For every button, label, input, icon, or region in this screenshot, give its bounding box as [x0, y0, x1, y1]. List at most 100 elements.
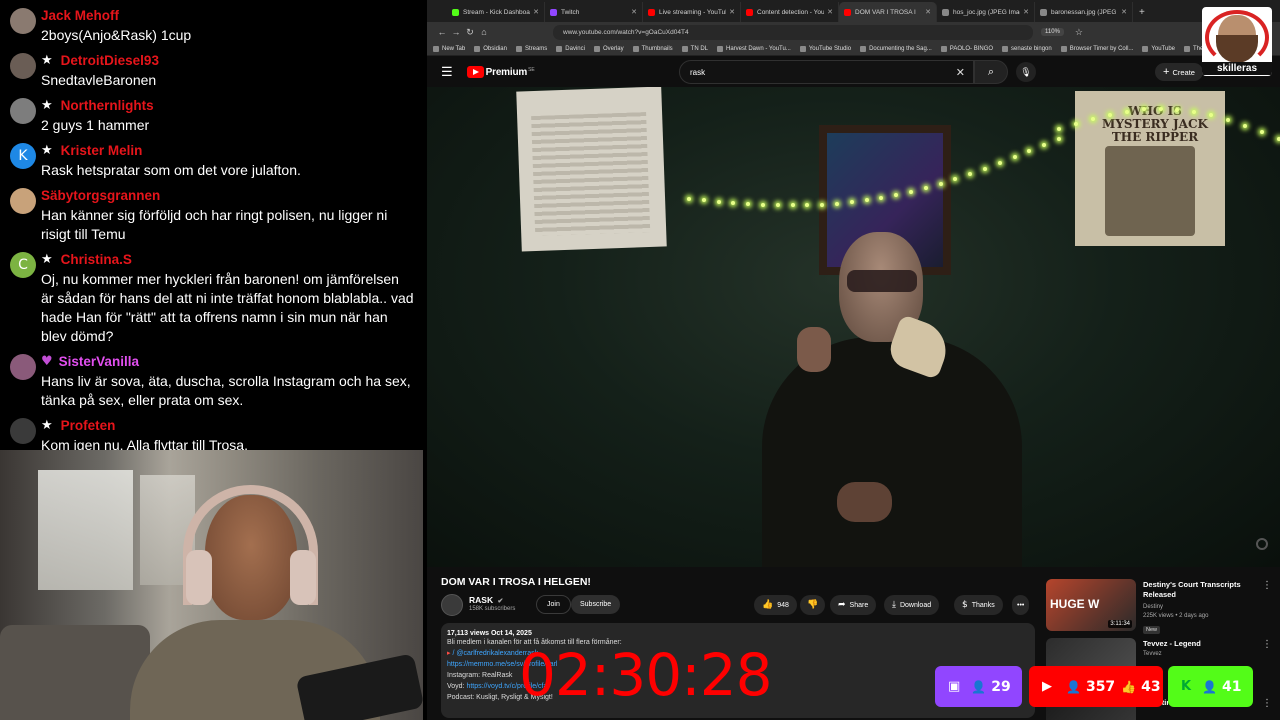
search-button[interactable]: ⌕ [974, 60, 1008, 84]
chat-username[interactable]: DetroitDiesel93 [61, 53, 159, 68]
new-tab-icon[interactable]: + [1139, 2, 1145, 22]
tab-close-icon[interactable]: ✕ [925, 8, 931, 16]
browser-tab[interactable]: Stream - Kick Dashboard ✕ [447, 2, 545, 22]
bookmark-label: Overlay [602, 45, 624, 52]
forward-icon[interactable]: → [449, 27, 463, 37]
bookmark-item[interactable]: Browser Timer by Coll... [1060, 45, 1133, 52]
youtube-logo[interactable]: Premium SE [466, 66, 535, 78]
video-thumbnail[interactable]: HUGE W 3:11:34 [1046, 579, 1136, 631]
tab-close-icon[interactable]: ✕ [631, 8, 637, 16]
chat-username[interactable]: Profeten [61, 418, 116, 433]
clear-search-icon[interactable]: ✕ [956, 66, 965, 79]
create-button[interactable]: + Create [1155, 63, 1203, 81]
thanks-icon: $ [962, 600, 968, 610]
bookmark-item[interactable]: Overlay [593, 45, 624, 52]
bookmark-item[interactable]: YouTube [1142, 45, 1175, 52]
thumbnail-text: HUGE W [1050, 597, 1100, 611]
bookmark-item[interactable]: New Tab [433, 45, 465, 52]
zoom-level[interactable]: 110% [1041, 28, 1064, 36]
light-bulb [1209, 113, 1214, 118]
share-button[interactable]: ➦ Share [830, 595, 877, 615]
recommended-title: Destiny's Court Transcripts Released [1143, 580, 1241, 599]
browser-tab[interactable]: hos_joc.jpg (JPEG Image, 590✕ [937, 2, 1035, 22]
youtube-icon: ▶ [1042, 679, 1052, 694]
bookmark-icon [799, 45, 806, 52]
light-bulb [1141, 107, 1146, 112]
bookmark-item[interactable]: PAOLO- BINGO [940, 45, 994, 52]
chat-avatar[interactable] [10, 53, 36, 79]
bookmark-item[interactable]: Thumbnails [632, 45, 673, 52]
chat-username[interactable]: Jack Mehoff [41, 8, 119, 23]
browser-tab[interactable]: DOM VAR I TROSA I ✕ [839, 2, 937, 22]
browser-tab[interactable]: Live streaming - YouTube ✕ [643, 2, 741, 22]
home-icon[interactable]: ⌂ [477, 27, 491, 37]
url-field[interactable]: www.youtube.com/watch?v=gOaCuXd04T4 [553, 24, 1033, 40]
browser-tab[interactable]: Content detection - YouTu✕ [741, 2, 839, 22]
chat-username[interactable]: Northernlights [61, 98, 154, 113]
search-input[interactable]: rask ✕ [679, 60, 974, 84]
tab-favicon-icon [1040, 8, 1047, 16]
more-options-icon[interactable]: ⋮ [1262, 639, 1272, 650]
subscribe-button[interactable]: Subscribe [571, 595, 621, 614]
light-bulb [1057, 137, 1061, 141]
tab-close-icon[interactable]: ✕ [1121, 8, 1127, 16]
bookmark-item[interactable]: Streams [515, 45, 547, 52]
voice-search-icon[interactable]: 🎙 [1016, 62, 1036, 82]
menu-icon[interactable]: ☰ [441, 64, 453, 80]
bookmark-item[interactable]: YouTube Studio [799, 45, 851, 52]
tab-favicon-icon [550, 8, 557, 16]
bookmark-star-icon[interactable]: ☆ [1072, 27, 1086, 38]
thumbs-down-icon: 👎 [807, 600, 819, 610]
bookmark-icon [1184, 45, 1190, 52]
chat-avatar[interactable] [10, 418, 36, 444]
download-button[interactable]: ⤓ Download [884, 595, 940, 615]
chat-username[interactable]: Säbytorgsgrannen [41, 188, 160, 203]
chat-username[interactable]: SisterVanilla [59, 354, 139, 369]
chat-avatar[interactable]: K [10, 143, 36, 169]
chat-message-text: Han känner sig förföljd och har ringt po… [41, 207, 388, 242]
chat-avatar[interactable] [10, 98, 36, 124]
bookmark-label: senaste bingon [1011, 45, 1052, 52]
more-options-icon[interactable]: ⋮ [1262, 698, 1272, 709]
dislike-button[interactable]: 👎 [800, 595, 826, 615]
chat-avatar[interactable] [10, 188, 36, 214]
browser-tab[interactable]: baronessan.jpg (JPEG Image✕ [1035, 2, 1133, 22]
bookmark-icon [940, 45, 947, 52]
bookmark-item[interactable]: Obsidian [474, 45, 507, 52]
tab-close-icon[interactable]: ✕ [1023, 8, 1029, 16]
video-player[interactable]: WHO IS MYSTERY JACK THE RIPPER [427, 87, 1280, 567]
bookmark-label: Davinci [565, 45, 585, 52]
tab-close-icon[interactable]: ✕ [533, 8, 539, 16]
chat-avatar[interactable]: C [10, 252, 36, 278]
bookmark-item[interactable]: senaste bingon [1002, 45, 1052, 52]
light-bulb [879, 195, 884, 200]
channel-name[interactable]: RASK ✔ [469, 595, 503, 605]
more-options-icon[interactable]: ⋮ [1262, 580, 1272, 591]
bookmark-item[interactable]: Harvest Dawn - YouTu... [717, 45, 791, 52]
back-icon[interactable]: ← [435, 27, 449, 37]
join-button[interactable]: Join [536, 595, 571, 614]
reload-icon[interactable]: ↻ [463, 27, 477, 38]
viewers-icon: 👤 [971, 679, 987, 694]
bookmark-item[interactable]: TN DL [681, 45, 708, 52]
chat-username[interactable]: Christina.S [61, 252, 132, 267]
kick-viewers-badge: K 👤 41 [1168, 666, 1253, 707]
light-bulb [923, 185, 928, 190]
thanks-button[interactable]: $ Thanks [954, 595, 1003, 615]
chat-avatar[interactable] [10, 8, 36, 34]
bookmark-item[interactable]: Documenting the Sag... [860, 45, 932, 52]
chat-username[interactable]: Krister Melin [61, 143, 143, 158]
like-button[interactable]: 👍 948 [754, 595, 797, 615]
chat-avatar[interactable] [10, 354, 36, 380]
bookmark-item[interactable]: Davinci [556, 45, 585, 52]
browser-tab[interactable]: Twitch ✕ [545, 2, 643, 22]
tab-close-icon[interactable]: ✕ [729, 8, 735, 16]
more-actions-button[interactable]: ••• [1012, 595, 1030, 615]
bookmark-icon [632, 45, 639, 52]
tab-close-icon[interactable]: ✕ [827, 8, 833, 16]
bookmark-label: PAOLO- BINGO [949, 45, 994, 52]
download-icon: ⤓ [892, 600, 896, 610]
recommended-video[interactable]: HUGE W 3:11:34 Destiny's Court Transcripts… [1046, 579, 1276, 634]
player-settings-icon[interactable] [1256, 538, 1268, 550]
channel-avatar[interactable] [441, 594, 463, 616]
